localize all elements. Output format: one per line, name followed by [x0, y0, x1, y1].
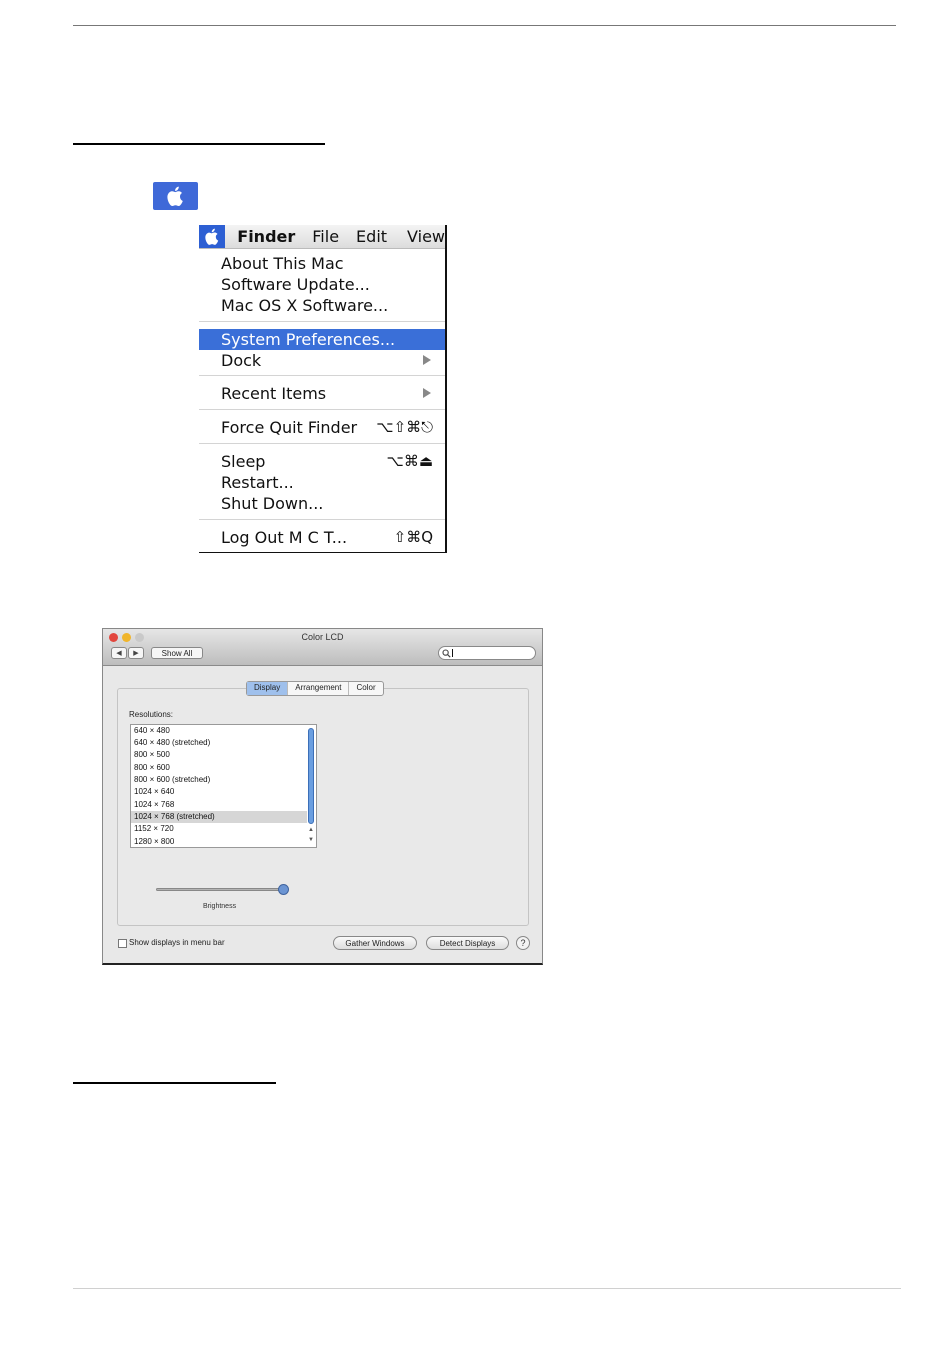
menu-item-force-quit[interactable]: Force Quit Finder ⌥⇧⌘⎋ — [199, 417, 445, 438]
brightness-label: Brightness — [203, 903, 237, 910]
list-item[interactable]: 1280 × 800 — [131, 836, 307, 847]
menu-item-log-out[interactable]: Log Out M C T... ⇧⌘Q — [199, 527, 445, 548]
menu-item-sleep[interactable]: Sleep ⌥⌘⏏ — [199, 451, 445, 472]
menu-item-shut-down[interactable]: Shut Down... — [199, 493, 445, 514]
menu-item-mac-os-x-software[interactable]: Mac OS X Software... — [199, 295, 445, 316]
menu-item-software-update[interactable]: Software Update... — [199, 274, 445, 295]
menu-item-label: About This Mac — [221, 254, 344, 273]
back-button[interactable]: ◀ — [111, 647, 127, 659]
brightness-slider[interactable] — [156, 888, 284, 891]
list-item[interactable]: 640 × 480 — [131, 725, 307, 737]
menu-bar: Finder File Edit View — [199, 225, 445, 249]
menu-shortcut: ⇧⌘Q — [393, 528, 433, 546]
list-scrollbar[interactable]: ▲ ▼ — [307, 726, 315, 846]
menu-shortcut: ⌥⌘⏏ — [386, 452, 433, 470]
submenu-arrow-icon — [423, 355, 431, 365]
menu-item-recent-items[interactable]: Recent Items — [199, 383, 445, 404]
menu-item-label: Dock — [221, 351, 262, 370]
menu-separator — [199, 409, 445, 410]
forward-button[interactable]: ▶ — [128, 647, 144, 659]
show-all-button[interactable]: Show All — [151, 647, 203, 659]
menu-item-label: System Preferences... — [221, 330, 396, 349]
menu-item-label: Mac OS X Software... — [221, 296, 389, 315]
display-preferences-window: Color LCD ◀ ▶ Show All Display Arrangeme… — [102, 628, 543, 965]
scroll-up-icon[interactable]: ▲ — [307, 826, 315, 834]
resolutions-list[interactable]: 640 × 480 640 × 480 (stretched) 800 × 50… — [130, 724, 317, 848]
forward-arrow-icon: ▶ — [133, 650, 139, 657]
list-item[interactable]: 1024 × 768 — [131, 799, 307, 811]
tab-arrangement[interactable]: Arrangement — [288, 682, 350, 695]
menu-bar-view[interactable]: View — [407, 227, 445, 246]
list-item[interactable]: 1024 × 640 — [131, 786, 307, 798]
menu-item-restart[interactable]: Restart... — [199, 472, 445, 493]
detect-displays-button[interactable]: Detect Displays — [426, 936, 509, 950]
menu-item-label: Shut Down... — [221, 494, 324, 513]
section-underline-1 — [73, 143, 325, 145]
menu-item-system-preferences[interactable]: System Preferences... — [199, 329, 445, 350]
scrollbar-thumb[interactable] — [308, 728, 314, 824]
search-caret — [452, 649, 453, 657]
help-button[interactable]: ? — [516, 936, 530, 950]
menu-item-label: Sleep — [221, 452, 266, 471]
section-underline-2 — [73, 1082, 276, 1084]
menu-item-label: Restart... — [221, 473, 294, 492]
apple-logo-icon — [166, 186, 183, 206]
scroll-down-icon[interactable]: ▼ — [307, 836, 315, 844]
menu-item-label: Recent Items — [221, 384, 327, 403]
menu-item-label: Log Out M C T... — [221, 528, 348, 547]
brightness-slider-knob[interactable] — [278, 884, 289, 895]
show-displays-checkbox[interactable] — [118, 939, 127, 948]
tab-bar: Display Arrangement Color — [246, 681, 384, 696]
apple-menu-screenshot: Finder File Edit View About This Mac Sof… — [199, 225, 447, 553]
submenu-arrow-icon — [423, 388, 431, 398]
tab-color[interactable]: Color — [349, 682, 382, 695]
back-arrow-icon: ◀ — [116, 650, 122, 657]
list-item[interactable]: 800 × 500 — [131, 749, 307, 761]
window-title: Color LCD — [301, 632, 344, 642]
menu-bar-edit[interactable]: Edit — [356, 227, 387, 246]
menu-shortcut: ⌥⇧⌘⎋ — [376, 418, 433, 436]
menu-separator — [199, 519, 445, 520]
menu-bar-file[interactable]: File — [312, 227, 339, 246]
show-displays-label: Show displays in menu bar — [129, 938, 225, 947]
search-field[interactable] — [438, 646, 536, 660]
menu-item-dock[interactable]: Dock — [199, 350, 445, 371]
search-icon — [442, 649, 451, 658]
tab-display[interactable]: Display — [247, 682, 289, 695]
list-item[interactable]: 800 × 600 (stretched) — [131, 774, 307, 786]
menu-separator — [199, 443, 445, 444]
list-item[interactable]: 1152 × 720 — [131, 823, 307, 835]
list-item[interactable]: 640 × 480 (stretched) — [131, 737, 307, 749]
menu-separator — [199, 375, 445, 376]
menu-bar-finder[interactable]: Finder — [237, 227, 295, 246]
gather-windows-button[interactable]: Gather Windows — [333, 936, 417, 950]
apple-menu-button[interactable] — [153, 182, 198, 210]
menu-bar-apple[interactable] — [199, 225, 226, 248]
header-rule — [73, 25, 896, 26]
list-item-selected[interactable]: 1024 × 768 (stretched) — [131, 811, 307, 823]
resolutions-label: Resolutions: — [129, 710, 174, 719]
list-item[interactable]: 800 × 600 — [131, 762, 307, 774]
menu-item-about[interactable]: About This Mac — [199, 253, 445, 274]
window-titlebar: Color LCD ◀ ▶ Show All — [103, 629, 542, 666]
menu-item-label: Force Quit Finder — [221, 418, 358, 437]
menu-separator — [199, 321, 445, 322]
footer-rule — [73, 1288, 901, 1289]
menu-item-label: Software Update... — [221, 275, 370, 294]
apple-logo-icon — [204, 228, 218, 245]
